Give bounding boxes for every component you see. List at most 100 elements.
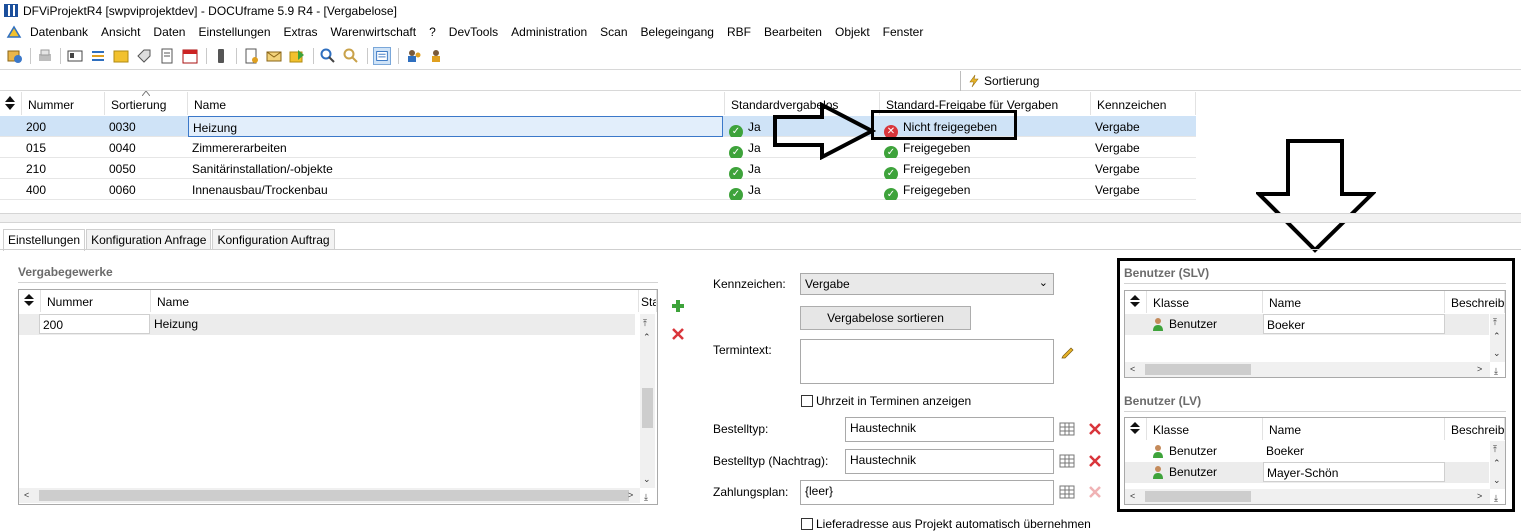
tab-einstellungen[interactable]: Einstellungen <box>3 229 86 251</box>
menu-rbf[interactable]: RBF <box>727 25 751 39</box>
scroll-bottom-icon[interactable]: ⤓ <box>1494 366 1498 376</box>
scroll-down-icon[interactable]: ⌄ <box>643 474 651 484</box>
scroll-top-icon[interactable]: ⤒ <box>1493 317 1497 327</box>
scroll-left-icon[interactable]: < <box>1130 491 1135 501</box>
table-row[interactable]: 400 0060 Innenausbau/Trockenbau ✓ Ja ✓ Fre… <box>0 179 1196 200</box>
scroll-down-icon[interactable]: ⌄ <box>1493 475 1501 485</box>
column-header-name[interactable]: Name <box>1263 291 1445 313</box>
column-header-name[interactable]: Name <box>1263 418 1445 440</box>
scroll-right-icon[interactable]: > <box>1477 364 1482 374</box>
table-lookup-icon[interactable] <box>1059 453 1075 469</box>
menu-devtools[interactable]: DevTools <box>449 25 498 39</box>
menu-administration[interactable]: Administration <box>511 25 587 39</box>
table-lookup-icon[interactable] <box>1059 421 1075 437</box>
table-row[interactable]: Benutzer Boeker <box>1125 441 1489 462</box>
scroll-bottom-icon[interactable]: ⤓ <box>1494 493 1498 503</box>
menu-belegeingang[interactable]: Belegeingang <box>641 25 714 39</box>
scroll-down-icon[interactable]: ⌄ <box>1493 348 1501 358</box>
scroll-right-icon[interactable]: > <box>1477 491 1482 501</box>
table-row[interactable]: 210 0050 Sanitärinstallation/-objekte ✓ J… <box>0 158 1196 179</box>
tab-konfiguration-auftrag[interactable]: Konfiguration Auftrag <box>212 229 335 250</box>
grid-sort-handle[interactable] <box>0 92 22 115</box>
table-sort-handle[interactable] <box>19 290 41 312</box>
user-group-icon[interactable] <box>405 47 423 65</box>
cell-name[interactable]: Heizung <box>188 116 723 137</box>
column-header-nummer[interactable]: Nummer <box>41 290 151 312</box>
vertical-scrollbar[interactable]: ⤒ ⌃ ⌄ <box>1490 314 1505 362</box>
card-icon[interactable] <box>66 47 84 65</box>
vertical-scrollbar[interactable]: ⤒ ⌃ ⌄ <box>640 314 655 488</box>
menu-bearbeiten[interactable]: Bearbeiten <box>764 25 822 39</box>
scroll-thumb[interactable] <box>1145 364 1251 375</box>
menu-warenwirtschaft[interactable]: Warenwirtschaft <box>331 25 417 39</box>
grid-header-name[interactable]: Name <box>188 92 725 115</box>
bestelltyp-field[interactable]: Haustechnik <box>845 417 1054 442</box>
column-header-beschreibung[interactable]: Beschreibu <box>1445 418 1505 440</box>
column-header-beschreibung[interactable]: Beschreibu <box>1445 291 1505 313</box>
scroll-bottom-icon[interactable]: ⤓ <box>644 492 648 502</box>
folder-icon[interactable] <box>112 47 130 65</box>
search-advanced-icon[interactable] <box>342 47 360 65</box>
menu-einstellungen[interactable]: Einstellungen <box>198 25 270 39</box>
zahlungsplan-field[interactable]: {leer} <box>800 480 1054 505</box>
grid-header-nummer[interactable]: Nummer <box>22 92 105 115</box>
horizontal-scrollbar[interactable]: < > <box>1125 362 1490 377</box>
kennzeichen-select[interactable]: Vergabe ⌄ <box>800 273 1054 295</box>
delete-icon[interactable] <box>671 327 685 341</box>
menu-help[interactable]: ? <box>429 25 436 39</box>
lieferadresse-checkbox[interactable] <box>801 518 813 530</box>
horizontal-scrollbar[interactable]: < > <box>1125 489 1490 504</box>
menu-extras[interactable]: Extras <box>284 25 318 39</box>
scroll-up-icon[interactable]: ⌃ <box>1493 331 1501 341</box>
table-row[interactable]: 200 Heizung <box>19 314 635 335</box>
cell-name[interactable]: Mayer-Schön <box>1263 462 1445 482</box>
menu-datenbank[interactable]: Datenbank <box>30 25 88 39</box>
doc-new-icon[interactable] <box>242 47 260 65</box>
table-row[interactable]: 015 0040 Zimmererarbeiten ✓ Ja ✓ Freigegeb… <box>0 137 1196 158</box>
scroll-right-icon[interactable]: > <box>628 490 633 500</box>
vergabelose-sortieren-button[interactable]: Vergabelose sortieren <box>800 306 971 330</box>
uhrzeit-checkbox[interactable] <box>801 395 813 407</box>
mail-icon[interactable] <box>265 47 283 65</box>
scroll-thumb[interactable] <box>642 388 653 428</box>
add-icon[interactable] <box>671 299 685 313</box>
calendar-icon[interactable] <box>181 47 199 65</box>
scroll-left-icon[interactable]: < <box>1130 364 1135 374</box>
tab-konfiguration-anfrage[interactable]: Konfiguration Anfrage <box>86 229 212 250</box>
vertical-scrollbar[interactable]: ⤒ ⌃ ⌄ <box>1490 441 1505 489</box>
scroll-top-icon[interactable]: ⤒ <box>1493 444 1497 454</box>
table-sort-handle[interactable] <box>1125 418 1147 440</box>
scroll-top-icon[interactable]: ⤒ <box>643 318 647 328</box>
column-header-klasse[interactable]: Klasse <box>1147 418 1263 440</box>
column-header-name[interactable]: Name <box>151 290 639 312</box>
menu-fenster[interactable]: Fenster <box>883 25 924 39</box>
document-icon[interactable] <box>158 47 176 65</box>
sort-button[interactable]: Sortierung <box>960 71 1039 91</box>
table-row[interactable]: Benutzer Boeker <box>1125 314 1489 335</box>
print-icon[interactable] <box>36 47 54 65</box>
cell-name[interactable]: Boeker <box>1263 314 1445 334</box>
edit-pencil-icon[interactable] <box>1060 343 1076 359</box>
scroll-up-icon[interactable]: ⌃ <box>643 332 651 342</box>
scroll-up-icon[interactable]: ⌃ <box>1493 458 1501 468</box>
table-sort-handle[interactable] <box>1125 291 1147 313</box>
menu-ansicht[interactable]: Ansicht <box>101 25 140 39</box>
menu-objekt[interactable]: Objekt <box>835 25 870 39</box>
folder-arrow-icon[interactable] <box>288 47 306 65</box>
grid-header-kennzeichen[interactable]: Kennzeichen <box>1091 92 1196 115</box>
scroll-thumb[interactable] <box>1145 491 1251 502</box>
clear-icon[interactable] <box>1087 421 1103 437</box>
column-header-status[interactable]: Sta <box>639 290 657 312</box>
table-row[interactable]: Benutzer Mayer-Schön <box>1125 462 1489 483</box>
search-icon[interactable] <box>319 47 337 65</box>
user-settings-icon[interactable] <box>428 47 446 65</box>
bestelltyp-nachtrag-field[interactable]: Haustechnik <box>845 449 1054 474</box>
splitter[interactable] <box>0 213 1521 223</box>
view-toggle-icon[interactable] <box>373 47 391 65</box>
scroll-thumb[interactable] <box>39 490 629 501</box>
new-record-icon[interactable] <box>6 47 24 65</box>
menu-daten[interactable]: Daten <box>153 25 185 39</box>
cell-nummer[interactable]: 200 <box>39 314 150 334</box>
menu-scan[interactable]: Scan <box>600 25 627 39</box>
list-icon[interactable] <box>89 47 107 65</box>
